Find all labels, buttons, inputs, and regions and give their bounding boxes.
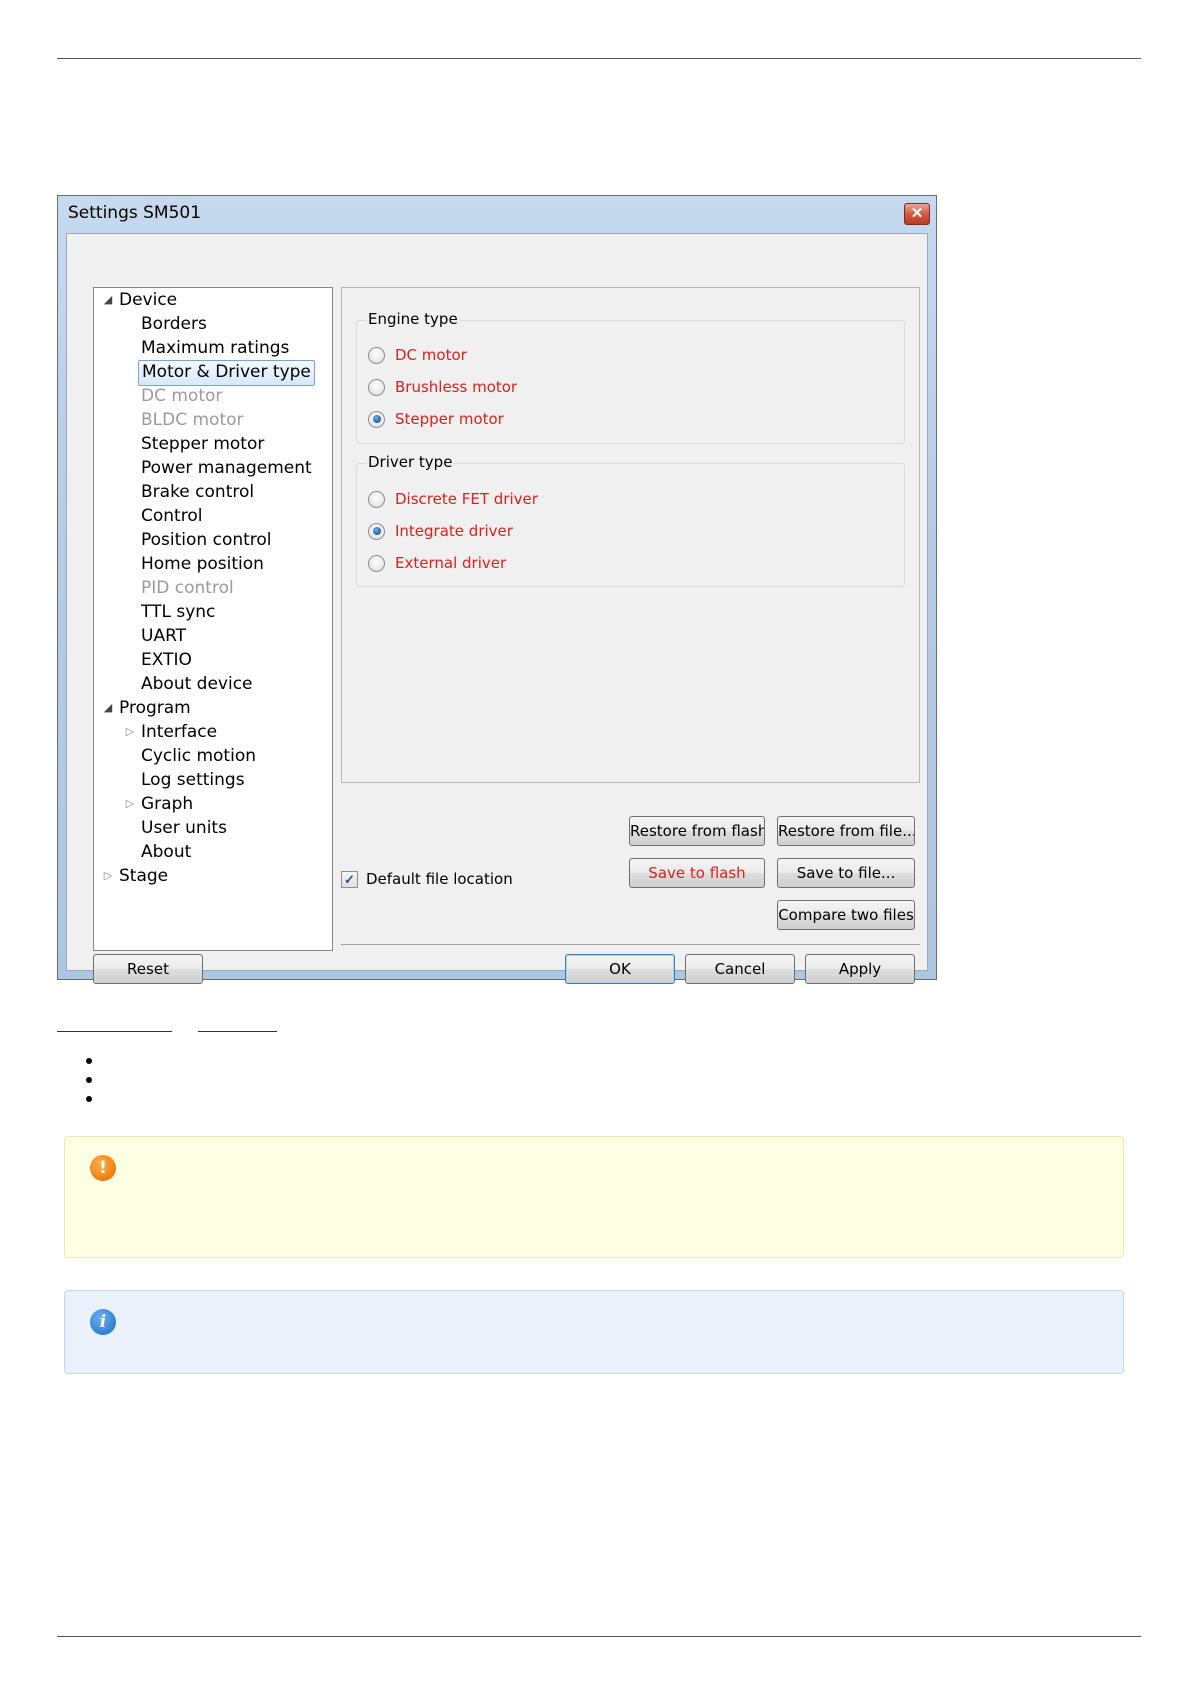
restore-from-flash-button[interactable]: Restore from flash [629, 816, 765, 846]
radio-label: DC motor [395, 346, 467, 364]
tree-item-bldc-motor: BLDC motor [141, 410, 244, 430]
page-header-rule [57, 58, 1141, 59]
save-to-flash-button[interactable]: Save to flash [629, 858, 765, 888]
tree-item-stepper-motor[interactable]: Stepper motor [138, 432, 267, 456]
tree-item-power-management[interactable]: Power management [138, 456, 315, 480]
link-underline[interactable] [198, 1031, 277, 1032]
radio-label: Discrete FET driver [395, 490, 538, 508]
restore-from-file-button[interactable]: Restore from file... [777, 816, 915, 846]
radio-stepper-motor[interactable]: Stepper motor [368, 408, 504, 430]
info-note: i [64, 1290, 1124, 1374]
tree-item-user-units[interactable]: User units [138, 816, 230, 840]
close-icon: ✕ [910, 205, 924, 222]
tree-item-control[interactable]: Control [138, 504, 205, 528]
warning-icon: ! [90, 1155, 116, 1181]
checkbox-checked-icon[interactable]: ✓ [341, 870, 358, 888]
radio-discrete-fet-driver[interactable]: Discrete FET driver [368, 488, 538, 510]
save-to-file-button[interactable]: Save to file... [777, 858, 915, 888]
tree-item-ttl-sync[interactable]: TTL sync [138, 600, 218, 624]
radio-label: External driver [395, 554, 507, 572]
compare-two-files-button[interactable]: Compare two files [777, 900, 915, 930]
ok-button[interactable]: OK [565, 954, 675, 984]
dialog-client-area: ◢ Device Borders Maximum ratings Motor &… [66, 233, 928, 984]
tree-item-motor-driver-type[interactable]: Motor & Driver type [138, 360, 315, 386]
window-title: Settings SM501 [68, 203, 202, 223]
driver-type-title: Driver type [366, 453, 455, 471]
tree-item-program[interactable]: Program [116, 696, 194, 720]
tree-item-borders[interactable]: Borders [138, 312, 210, 336]
tree-item-stage[interactable]: Stage [116, 864, 171, 888]
list-bullet [86, 1077, 92, 1083]
warning-note: ! [64, 1136, 1124, 1258]
settings-tree[interactable]: ◢ Device Borders Maximum ratings Motor &… [93, 287, 333, 951]
close-button[interactable]: ✕ [904, 203, 930, 225]
cancel-button[interactable]: Cancel [685, 954, 795, 984]
collapse-device-icon[interactable]: ◢ [102, 294, 114, 306]
radio-brushless-motor[interactable]: Brushless motor [368, 376, 517, 398]
tree-item-pid-control: PID control [141, 578, 234, 598]
settings-dialog: Settings SM501 ✕ ◢ Device Borders Maximu… [57, 195, 937, 984]
tree-item-extio[interactable]: EXTIO [138, 648, 195, 672]
expand-stage-icon[interactable]: ▷ [102, 870, 114, 882]
tree-item-log-settings[interactable]: Log settings [138, 768, 248, 792]
tree-item-uart[interactable]: UART [138, 624, 189, 648]
motor-driver-panel: Engine type DC motor Brushless motor Ste… [341, 287, 920, 783]
tree-item-home-position[interactable]: Home position [138, 552, 267, 576]
tree-item-position-control[interactable]: Position control [138, 528, 275, 552]
default-file-location-option[interactable]: ✓ Default file location [341, 870, 513, 888]
apply-button[interactable]: Apply [805, 954, 915, 984]
expand-interface-icon[interactable]: ▷ [124, 726, 136, 738]
reset-button[interactable]: Reset [93, 954, 203, 984]
expand-graph-icon[interactable]: ▷ [124, 798, 136, 810]
tree-item-device[interactable]: Device [116, 288, 180, 312]
tree-item-maximum-ratings[interactable]: Maximum ratings [138, 336, 292, 360]
radio-button[interactable] [368, 554, 385, 572]
default-file-location-label: Default file location [366, 870, 513, 888]
radio-button-selected[interactable] [368, 522, 385, 540]
page-footer-rule [57, 1636, 1141, 1637]
radio-dc-motor[interactable]: DC motor [368, 344, 467, 366]
tree-item-interface[interactable]: Interface [138, 720, 220, 744]
list-bullet [86, 1096, 92, 1102]
title-bar[interactable]: Settings SM501 ✕ [58, 196, 936, 228]
tree-item-cyclic-motion[interactable]: Cyclic motion [138, 744, 259, 768]
tree-item-about-device[interactable]: About device [138, 672, 256, 696]
list-bullet [86, 1058, 92, 1064]
tree-item-brake-control[interactable]: Brake control [138, 480, 257, 504]
radio-integrate-driver[interactable]: Integrate driver [368, 520, 513, 542]
radio-button[interactable] [368, 378, 385, 396]
radio-external-driver[interactable]: External driver [368, 552, 506, 574]
engine-type-title: Engine type [366, 310, 460, 328]
radio-button[interactable] [368, 346, 385, 364]
tree-item-about[interactable]: About [138, 840, 194, 864]
radio-label: Integrate driver [395, 522, 513, 540]
radio-label: Stepper motor [395, 410, 504, 428]
info-icon: i [90, 1309, 116, 1335]
tree-item-graph[interactable]: Graph [138, 792, 196, 816]
radio-button-selected[interactable] [368, 410, 385, 428]
link-underline[interactable] [57, 1031, 172, 1032]
tree-item-dc-motor: DC motor [141, 386, 223, 406]
radio-button[interactable] [368, 490, 385, 508]
radio-label: Brushless motor [395, 378, 518, 396]
collapse-program-icon[interactable]: ◢ [102, 702, 114, 714]
separator [341, 944, 920, 945]
